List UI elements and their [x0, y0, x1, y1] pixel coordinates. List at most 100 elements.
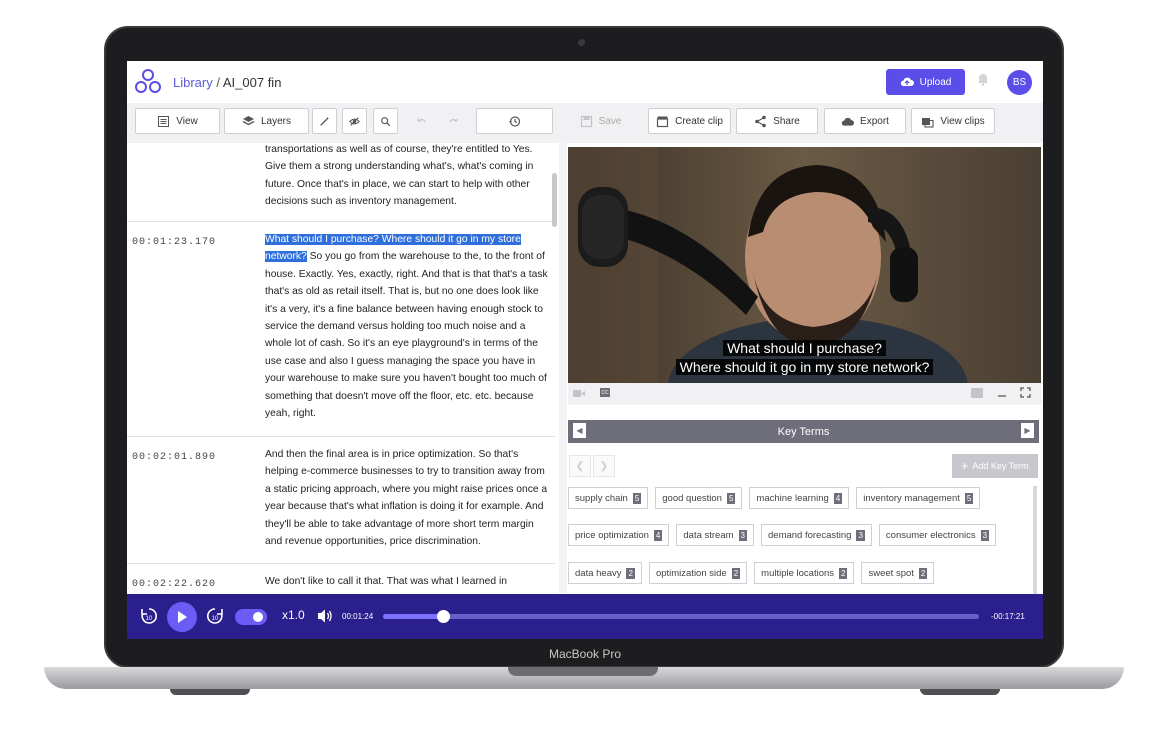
app-logo-icon[interactable] — [133, 67, 163, 97]
panel-divider[interactable] — [559, 143, 567, 593]
camera-icon[interactable] — [573, 389, 585, 398]
key-term-count: 4 — [833, 492, 843, 504]
segment-timestamp[interactable]: 00:02:01.890 — [132, 452, 216, 463]
transcript-segment[interactable]: 00:02:22.620 We don't like to call it th… — [127, 564, 555, 593]
share-icon — [755, 115, 766, 127]
key-term-label: multiple locations — [761, 567, 835, 579]
device-label: MacBook Pro — [548, 647, 622, 661]
key-terms-next-icon[interactable]: ▶ — [1021, 423, 1034, 438]
view-button[interactable]: View — [135, 108, 220, 134]
history-button[interactable] — [476, 108, 553, 134]
search-replace-button[interactable] — [373, 108, 398, 134]
key-term-count: 2 — [839, 567, 848, 579]
redo-icon — [449, 117, 458, 122]
share-button[interactable]: Share — [736, 108, 818, 134]
user-avatar[interactable]: BS — [1007, 70, 1032, 95]
page-next-button[interactable]: ❯ — [593, 455, 615, 477]
key-term-tag[interactable]: optimization side 2 — [648, 562, 748, 584]
key-term-tag[interactable]: data stream 3 — [676, 524, 754, 546]
layers-button[interactable]: Layers — [224, 108, 309, 134]
segment-timestamp[interactable]: 00:02:22.620 — [132, 579, 216, 590]
upload-label: Upload — [919, 76, 952, 88]
progress-thumb[interactable] — [436, 610, 450, 623]
breadcrumb: Library / AI_007 fin — [173, 75, 281, 90]
view-list-icon — [158, 115, 170, 127]
key-term-count: 3 — [856, 529, 865, 541]
camera — [578, 39, 585, 46]
segment-text[interactable]: And then the final area is in price opti… — [265, 446, 553, 550]
playback-speed[interactable]: x1.0 — [282, 608, 305, 622]
redo-button[interactable] — [441, 108, 466, 134]
add-key-term-button[interactable]: + Add Key Term — [952, 454, 1038, 478]
play-button[interactable] — [167, 602, 197, 632]
view-clips-button[interactable]: View clips — [911, 108, 995, 134]
key-term-label: consumer electronics — [885, 529, 976, 541]
minimize-icon[interactable] — [997, 388, 1007, 398]
skip-forward-icon[interactable]: 10 — [205, 606, 225, 626]
key-term-tag[interactable]: consumer electronics 3 — [878, 524, 997, 546]
magic-wand-icon — [320, 116, 330, 126]
key-term-tag[interactable]: machine learning 4 — [749, 487, 850, 509]
create-clip-label: Create clip — [675, 115, 723, 127]
key-term-label: inventory management — [863, 492, 960, 504]
breadcrumb-library-link[interactable]: Library — [173, 75, 213, 90]
key-term-label: good question — [662, 492, 722, 504]
clips-stack-icon — [922, 117, 934, 128]
closed-captions-icon[interactable]: CC — [600, 388, 610, 397]
upload-button[interactable]: Upload — [886, 69, 965, 95]
create-clip-button[interactable]: Create clip — [648, 108, 731, 134]
page-prev-button[interactable]: ❮ — [569, 455, 591, 477]
transcript-segment[interactable]: 00:02:01.890 And then the final area is … — [127, 437, 555, 564]
laptop-foot — [170, 689, 250, 695]
segment-text[interactable]: transportations as well as of course, th… — [265, 143, 553, 211]
export-button[interactable]: Export — [824, 108, 906, 134]
save-button[interactable]: Save — [561, 108, 640, 134]
breadcrumb-current: AI_007 fin — [222, 75, 282, 90]
key-term-tag[interactable]: sweet spot 2 — [861, 562, 935, 584]
key-term-tag[interactable]: inventory management 5 — [856, 487, 981, 509]
magic-wand-button[interactable] — [312, 108, 337, 134]
key-term-count: 5 — [964, 492, 974, 504]
subtitle-line: What should I purchase? — [568, 340, 1041, 356]
key-term-tag[interactable]: price optimization 4 — [568, 524, 670, 546]
segment-text[interactable]: What should I purchase? Where should it … — [265, 231, 553, 422]
volume-icon[interactable] — [317, 608, 333, 624]
segment-text[interactable]: We don't like to call it that. That was … — [265, 573, 553, 590]
progress-track[interactable] — [383, 610, 979, 623]
transcript-segment[interactable]: 00:01:23.170 What should I purchase? Whe… — [127, 222, 555, 437]
undo-button[interactable] — [409, 108, 434, 134]
breadcrumb-separator: / — [212, 75, 223, 90]
key-term-tag[interactable]: supply chain 5 — [568, 487, 649, 509]
key-term-tag[interactable]: multiple locations 2 — [754, 562, 855, 584]
transcript-scrollbar[interactable] — [552, 173, 557, 227]
toolbar: View Layers Save Create clip Share Expor… — [127, 103, 1043, 143]
key-term-count: 2 — [731, 567, 741, 579]
segment-timestamp[interactable]: 00:01:23.170 — [132, 237, 216, 248]
segment-text-rest[interactable]: So you go from the warehouse to the, to … — [265, 251, 548, 419]
key-term-label: price optimization — [575, 529, 649, 541]
key-term-tag[interactable]: good question 5 — [655, 487, 743, 509]
laptop-foot — [920, 689, 1000, 695]
hide-button[interactable] — [342, 108, 367, 134]
autoscroll-toggle[interactable] — [235, 609, 267, 625]
transcript-segment[interactable]: transportations as well as of course, th… — [127, 143, 555, 222]
fullscreen-icon[interactable] — [1020, 387, 1031, 398]
key-term-tag[interactable]: demand forecasting 3 — [761, 524, 872, 546]
hd-icon[interactable] — [971, 388, 983, 398]
play-icon — [178, 611, 187, 623]
key-term-tag[interactable]: data heavy 2 — [568, 562, 642, 584]
video-player[interactable]: What should I purchase? Where should it … — [568, 147, 1041, 383]
key-term-label: machine learning — [756, 492, 829, 504]
skip-back-icon[interactable]: 10 — [139, 606, 159, 626]
layers-icon — [242, 115, 255, 125]
key-term-count: 2 — [918, 567, 928, 579]
laptop-notch — [508, 667, 658, 676]
app-header: Library / AI_007 fin Upload BS — [127, 61, 1043, 103]
svg-text:10: 10 — [146, 616, 153, 622]
key-terms-scrollbar[interactable] — [1033, 486, 1037, 594]
key-terms-prev-icon[interactable]: ◀ — [573, 423, 586, 438]
view-label: View — [176, 115, 198, 127]
notification-bell-icon[interactable] — [977, 73, 989, 89]
playback-bar: 10 10 x1.0 00:01:24 -00:17:21 — [127, 594, 1043, 639]
key-term-label: optimization side — [655, 567, 727, 579]
